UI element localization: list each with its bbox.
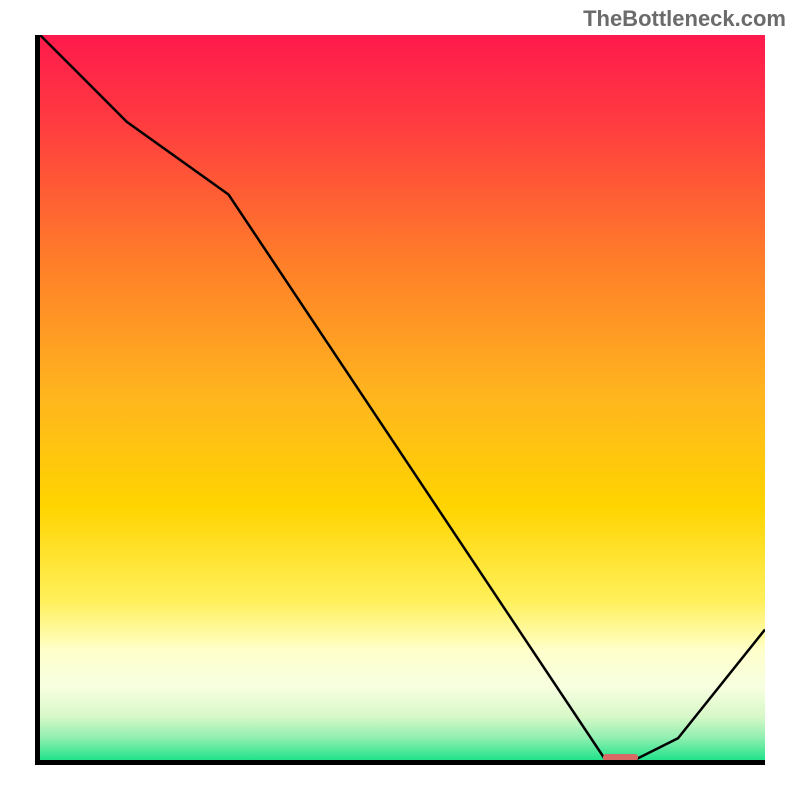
chart-line: [40, 35, 765, 760]
chart-area: [35, 35, 765, 765]
watermark: TheBottleneck.com: [583, 6, 786, 32]
bottleneck-marker: [603, 754, 638, 761]
